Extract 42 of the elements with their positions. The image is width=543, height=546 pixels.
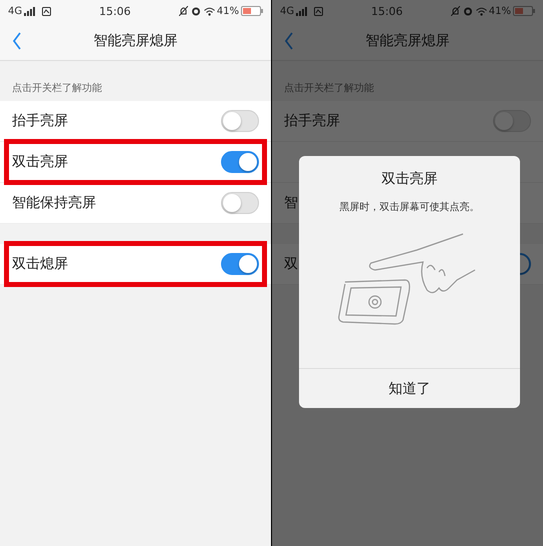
battery-icon	[241, 6, 263, 16]
back-icon[interactable]	[284, 32, 294, 50]
battery-label: 41%	[488, 6, 511, 16]
row-label: 抬手亮屏	[284, 112, 340, 130]
back-icon[interactable]	[12, 32, 22, 50]
wifi-icon	[204, 6, 215, 16]
time-label: 15:06	[371, 4, 403, 18]
settings-row[interactable]: 双击熄屏	[0, 244, 271, 285]
settings-row[interactable]: 抬手亮屏	[0, 101, 271, 142]
settings-row[interactable]: 抬手亮屏	[272, 101, 543, 142]
settings-row[interactable]: 双击亮屏	[0, 142, 271, 183]
notification-icon	[314, 6, 324, 16]
toggle-switch[interactable]	[493, 110, 531, 132]
row-label: 双击熄屏	[12, 255, 68, 273]
dialog-title: 双击亮屏	[382, 170, 438, 188]
toggle-switch[interactable]	[221, 110, 259, 132]
row-label: 抬手亮屏	[12, 112, 68, 130]
page-title: 智能亮屏熄屏	[94, 32, 178, 50]
row-label: 双击亮屏	[12, 153, 68, 171]
toggle-switch[interactable]	[221, 253, 259, 275]
wifi-icon	[476, 6, 487, 16]
time-label: 15:06	[99, 4, 131, 18]
page-title: 智能亮屏熄屏	[366, 32, 450, 50]
row-label: 智	[284, 194, 298, 212]
row-label: 智能保持亮屏	[12, 194, 96, 212]
toggle-switch[interactable]	[221, 151, 259, 173]
network-label: 4G	[8, 6, 22, 16]
battery-label: 41%	[216, 6, 239, 16]
toggle-switch[interactable]	[221, 192, 259, 214]
section-label: 点击开关栏了解功能	[11, 82, 103, 96]
signal-icon	[296, 6, 308, 16]
network-label: 4G	[280, 6, 294, 16]
row-label: 双	[284, 255, 298, 273]
dialog-message: 黑屏时，双击屏幕可使其点亮。	[340, 200, 480, 214]
battery-icon	[513, 6, 535, 16]
settings-row[interactable]: 智能保持亮屏	[0, 183, 271, 224]
signal-icon	[24, 6, 36, 16]
mute-icon	[450, 6, 460, 16]
notification-icon	[42, 6, 52, 16]
mute-icon	[178, 6, 188, 16]
section-label: 点击开关栏了解功能	[283, 82, 375, 96]
got-it-button[interactable]: 知道了	[299, 368, 520, 408]
